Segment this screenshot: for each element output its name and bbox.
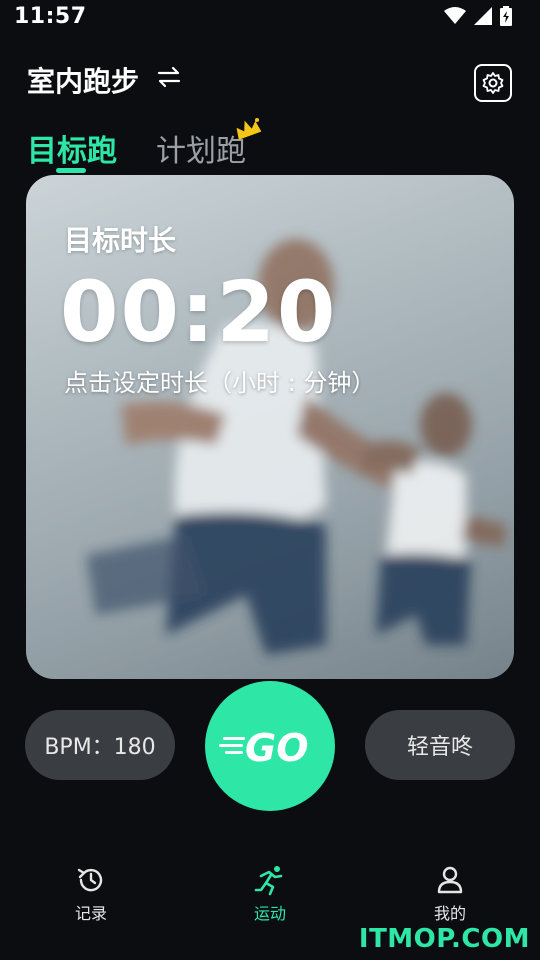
sound-button[interactable]: 轻音咚: [365, 710, 515, 780]
go-logo-icon: GO: [219, 726, 309, 770]
tab-active-indicator: [56, 168, 86, 173]
go-label: GO: [245, 726, 309, 770]
target-duration-hint: 点击设定时长（小时 : 分钟）: [64, 369, 376, 397]
history-icon: [77, 868, 103, 892]
signal-icon: [474, 7, 492, 25]
nav-item-profile[interactable]: 我的: [410, 864, 490, 924]
target-duration-card[interactable]: 目标时长 00:20 点击设定时长（小时 : 分钟）: [26, 175, 514, 679]
bpm-button[interactable]: BPM：180: [25, 710, 175, 780]
watermark: ITMOP.COM: [358, 924, 530, 954]
status-time: 11:57: [14, 4, 87, 29]
runner-icon: [254, 866, 283, 896]
nav-label-records: 记录: [74, 904, 107, 923]
gear-icon: [482, 72, 504, 94]
target-duration-label: 目标时长: [64, 224, 177, 257]
wifi-icon: [444, 7, 466, 24]
crown-icon: [236, 118, 262, 140]
nav-item-workout[interactable]: 运动: [230, 864, 310, 924]
battery-icon: [500, 6, 512, 26]
profile-icon: [437, 866, 463, 894]
nav-label-profile: 我的: [433, 904, 466, 923]
nav-label-workout: 运动: [253, 904, 286, 923]
nav-item-records[interactable]: 记录: [51, 864, 131, 924]
settings-button[interactable]: [474, 64, 512, 102]
target-duration-value[interactable]: 00:20: [60, 263, 337, 361]
page-title: 室内跑步: [27, 65, 140, 98]
go-button[interactable]: GO: [205, 681, 335, 811]
swap-icon[interactable]: [156, 64, 182, 90]
tab-target-run[interactable]: 目标跑: [27, 126, 117, 170]
status-icons: [444, 6, 512, 26]
